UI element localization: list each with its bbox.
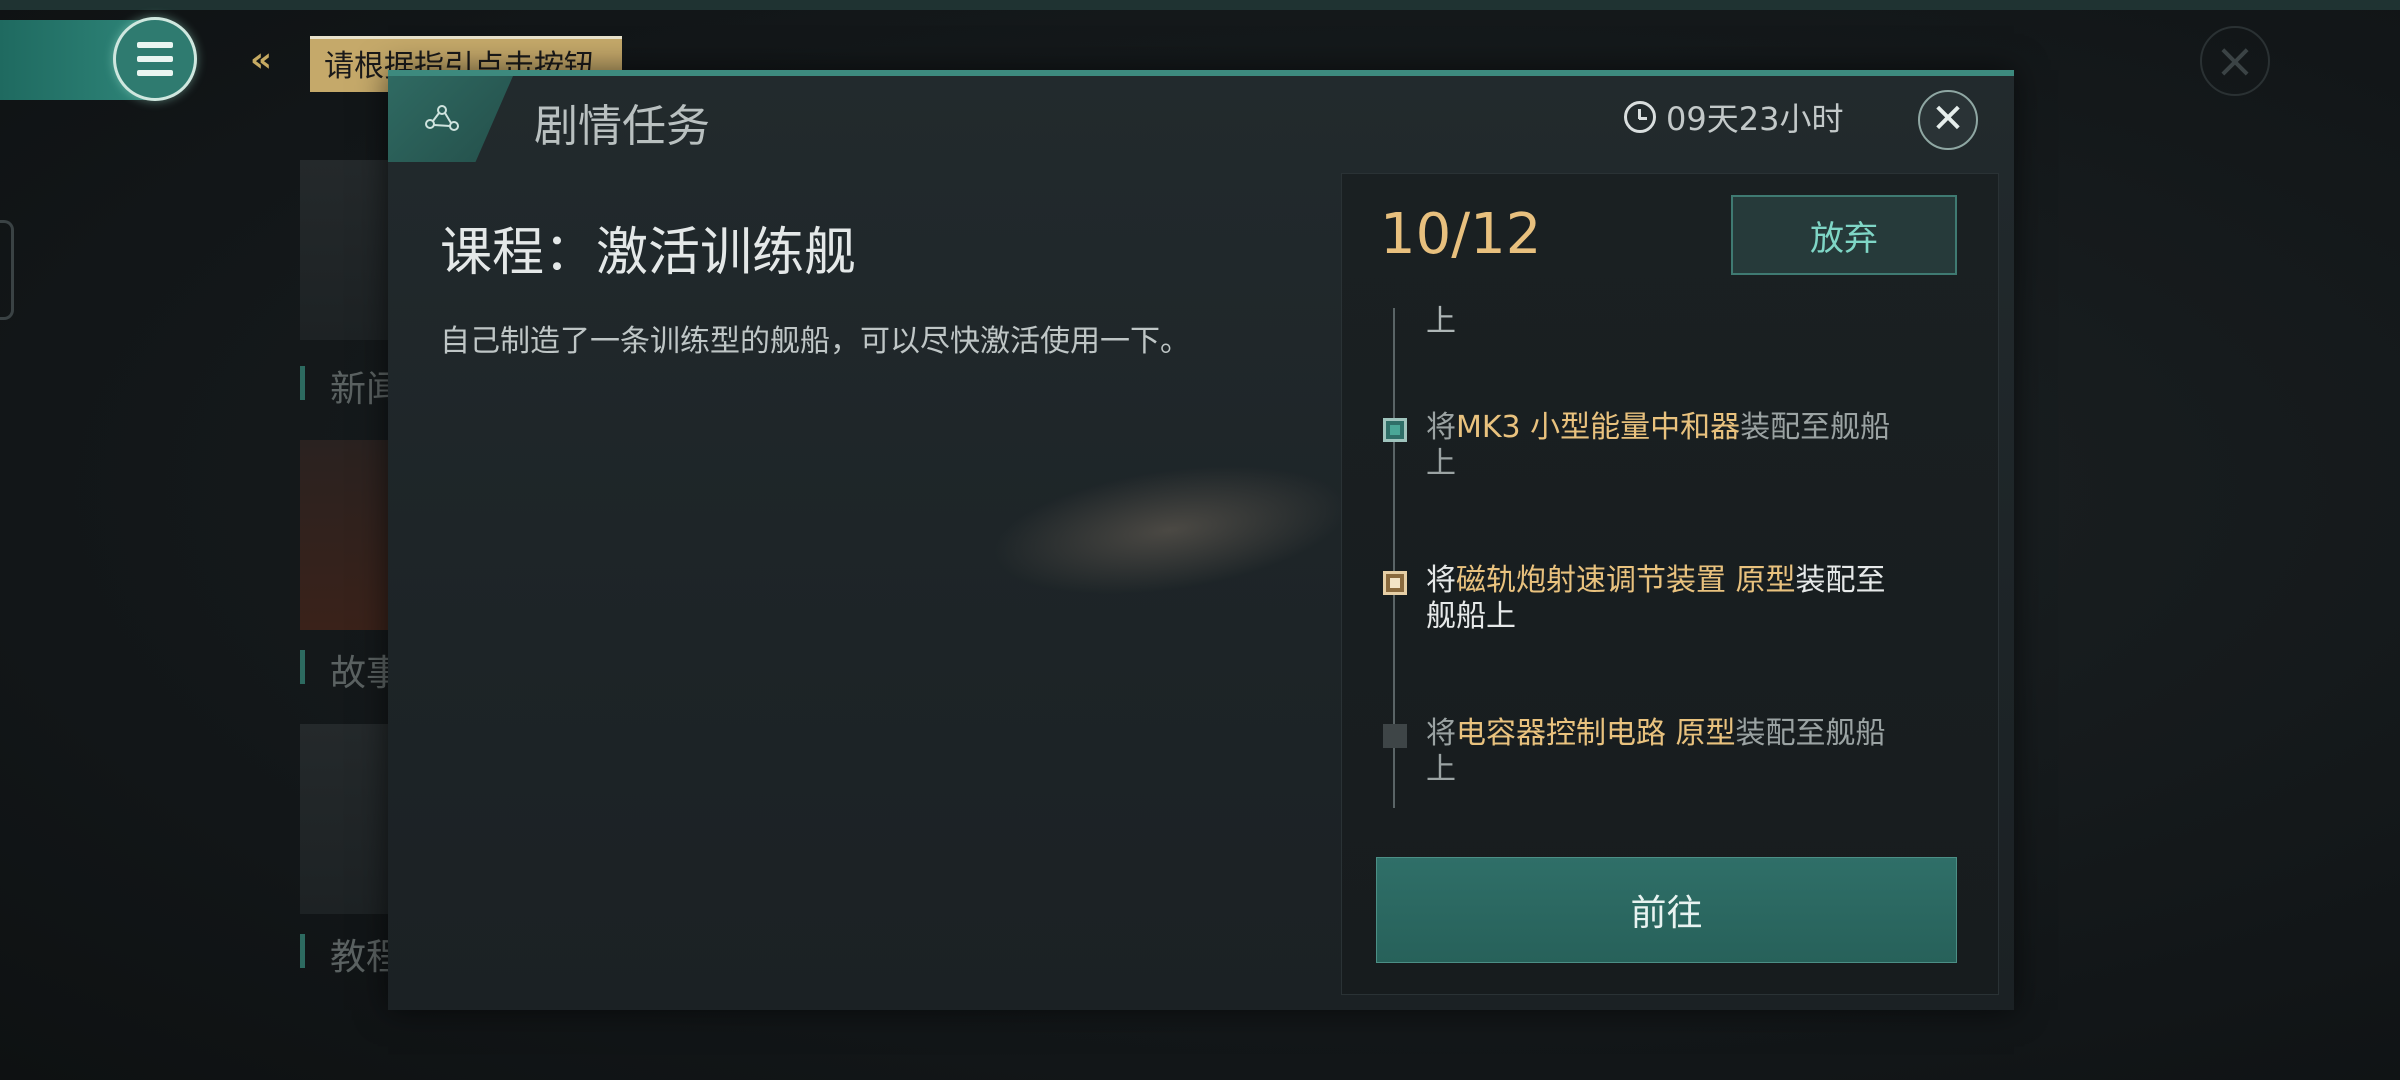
side-list-item-news[interactable]: 新闻	[300, 360, 402, 412]
mission-timer: 09天23小时	[1624, 94, 1843, 140]
top-strip	[0, 0, 2400, 10]
panel-close-button[interactable]: ✕	[1918, 90, 1978, 150]
mission-network-icon	[425, 105, 459, 131]
side-list-item-tutorial[interactable]: 教程	[300, 928, 402, 980]
side-list-item-story[interactable]: 故事	[300, 644, 402, 696]
goto-button[interactable]: 前往	[1376, 857, 1957, 963]
step-text: 将MK3 小型能量中和器装配至舰船上	[1426, 410, 1891, 481]
step-pending-marker	[1383, 724, 1407, 748]
mission-description: 自己制造了一条训练型的舰船，可以尽快激活使用一下。	[440, 324, 1190, 359]
clock-icon	[1624, 101, 1656, 133]
panel-title: 剧情任务	[534, 101, 710, 152]
mission-progress: 10/12	[1380, 202, 1542, 267]
close-icon[interactable]: ×	[2200, 26, 2270, 96]
step-done-marker	[1383, 418, 1407, 442]
step-text: 将磁轨炮射速调节装置 原型装配至舰船上	[1426, 563, 1886, 634]
menu-icon	[137, 38, 173, 80]
panel-accent-line	[388, 70, 2014, 76]
step-current-marker	[1383, 571, 1407, 595]
menu-button[interactable]	[113, 17, 197, 101]
step-text: 将电容器控制电路 原型装配至舰船上	[1426, 716, 1886, 787]
mission-title: 课程：激活训练舰	[440, 223, 857, 283]
abandon-button[interactable]: 放弃	[1731, 195, 1957, 275]
timer-text: 09天23小时	[1666, 100, 1844, 138]
step-text-fragment: 上	[1426, 304, 1456, 339]
double-chevron-left-icon: ‹‹	[250, 40, 272, 80]
left-edge-hex-frame	[0, 220, 14, 320]
